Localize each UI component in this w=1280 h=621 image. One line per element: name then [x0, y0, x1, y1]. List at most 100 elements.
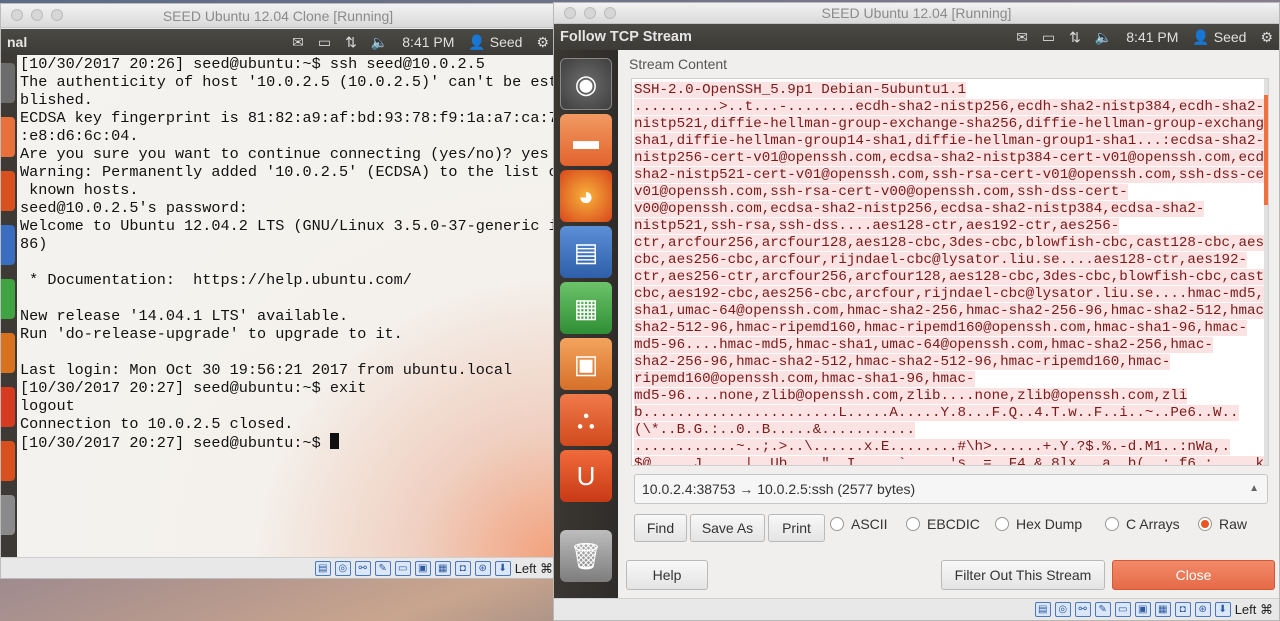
dock-tile[interactable] [1, 495, 15, 535]
dock-tile[interactable] [1, 387, 15, 427]
close-window-icon[interactable] [564, 7, 576, 19]
dock-tile[interactable] [1, 63, 15, 103]
maximize-window-icon[interactable] [604, 7, 616, 19]
mail-icon[interactable]: ✉ [292, 34, 304, 51]
terminal-line: Are you sure you want to continue connec… [20, 145, 549, 163]
files-icon[interactable]: ▬ [560, 114, 612, 166]
impress-icon[interactable]: ▣ [560, 338, 612, 390]
stream-line-text: nistp521,diffie-hellman-group-exchange-s… [634, 116, 1268, 132]
conversation-select[interactable]: 10.0.2.4:38753 → 10.0.2.5:ssh (2577 byte… [634, 474, 1268, 504]
terminal-line: * Documentation: https://help.ubuntu.com… [20, 271, 412, 289]
shared-folder-icon[interactable]: ✎ [374, 561, 391, 576]
dock-tile[interactable] [1, 171, 15, 211]
format-radio-ascii[interactable]: ASCII [830, 510, 888, 538]
network-adapter-icon[interactable]: ▣ [1134, 602, 1151, 617]
network-icon[interactable]: ⇅ [345, 34, 357, 51]
dock-tile[interactable] [1, 333, 15, 373]
firefox-icon[interactable]: ◕ [560, 170, 612, 222]
usb-icon[interactable]: ⚯ [354, 561, 371, 576]
hdd-icon[interactable]: ▤ [1034, 602, 1051, 617]
stream-line: b.......................L.....A.....Y.8.… [634, 405, 1262, 422]
mail-icon[interactable]: ✉ [1016, 29, 1028, 46]
user-menu[interactable]: 👤 Seed [1192, 29, 1246, 46]
app-title: nal [7, 34, 28, 50]
user-icon: 👤 [468, 33, 486, 50]
volume-icon[interactable]: 🔈 [1095, 29, 1112, 46]
maximize-window-icon[interactable] [51, 9, 63, 21]
stream-line: ctr,arcfour256,arcfour128,aes128-cbc,3de… [634, 235, 1268, 252]
stream-line-text: (\*..B.G.:..0..B.....&........... [634, 422, 915, 438]
cd-icon[interactable]: ◎ [334, 561, 351, 576]
software-center-icon[interactable]: ⛬ [560, 394, 612, 446]
dock-tile[interactable] [1, 441, 15, 481]
video-capture-icon[interactable]: ▦ [1154, 602, 1171, 617]
terminal-cursor [329, 433, 339, 449]
clock[interactable]: 8:41 PM [1126, 29, 1178, 45]
stream-line: ctr,aes256-ctr,arcfour256,arcfour128,aes… [634, 269, 1268, 286]
terminal-line: seed@10.0.2.5's password: [20, 199, 248, 217]
network-icon[interactable]: ⇅ [1069, 29, 1081, 46]
keyboard-capture-icon[interactable]: ⬇ [494, 561, 511, 576]
trash-icon[interactable]: 🗑 [560, 530, 612, 582]
display-icon[interactable]: ▭ [1114, 602, 1131, 617]
format-radio-raw[interactable]: Raw [1198, 510, 1247, 538]
user-name: Seed [1213, 28, 1247, 45]
close-window-icon[interactable] [11, 9, 23, 21]
cpu-icon[interactable]: ◘ [454, 561, 471, 576]
stream-text[interactable]: SSH-2.0-OpenSSH_5.9p1 Debian-5ubuntu1.1.… [634, 82, 1268, 465]
shared-folder-icon[interactable]: ✎ [1094, 602, 1111, 617]
network-adapter-icon[interactable]: ▣ [414, 561, 431, 576]
stream-line: sha2-512-96,hmac-ripemd160,hmac-ripemd16… [634, 320, 1262, 337]
battery-icon[interactable]: ▭ [1042, 29, 1055, 46]
cd-icon[interactable]: ◎ [1054, 602, 1071, 617]
mouse-integration-icon[interactable]: ⊛ [1194, 602, 1211, 617]
terminal-line: Welcome to Ubuntu 12.04.2 LTS (GNU/Linux… [20, 217, 556, 235]
print-button[interactable]: Print [768, 514, 825, 542]
find-button[interactable]: Find [634, 514, 687, 542]
ubuntu-one-icon[interactable]: U [560, 450, 612, 502]
video-capture-icon[interactable]: ▦ [434, 561, 451, 576]
user-menu[interactable]: 👤 Seed [468, 34, 522, 51]
save-as-button[interactable]: Save As [690, 514, 765, 542]
stream-line-text: b.......................L.....A.....Y.8.… [634, 405, 1239, 421]
volume-icon[interactable]: 🔈 [371, 34, 388, 51]
gear-icon[interactable]: ⚙ [1260, 29, 1273, 46]
gear-icon[interactable]: ⚙ [536, 34, 549, 51]
window-controls[interactable] [11, 9, 63, 21]
calc-icon[interactable]: ▦ [560, 282, 612, 334]
clock[interactable]: 8:41 PM [402, 34, 454, 50]
format-radio-c-arrays[interactable]: C Arrays [1105, 510, 1180, 538]
radio-label: ASCII [851, 516, 888, 532]
stream-content-area[interactable]: SSH-2.0-OpenSSH_5.9p1 Debian-5ubuntu1.1.… [631, 78, 1269, 466]
user-name: Seed [489, 33, 523, 50]
window-controls[interactable] [564, 7, 616, 19]
stream-line-text: sha1,diffie-hellman-group14-sha1,diffie-… [634, 133, 1265, 149]
format-radio-hex-dump[interactable]: Hex Dump [995, 510, 1082, 538]
help-button[interactable]: Help [626, 560, 708, 590]
keyboard-capture-icon[interactable]: ⬇ [1214, 602, 1231, 617]
hdd-icon[interactable]: ▤ [314, 561, 331, 576]
minimize-window-icon[interactable] [584, 7, 596, 19]
stream-line-text: sha1,umac-64@openssh.com,hmac-sha2-256,h… [634, 303, 1268, 319]
cpu-icon[interactable]: ◘ [1174, 602, 1191, 617]
terminal[interactable]: [10/30/2017 20:26] seed@ubuntu:~$ ssh se… [17, 55, 556, 560]
stream-scrollbar[interactable] [1264, 79, 1268, 465]
minimize-window-icon[interactable] [31, 9, 43, 21]
dock-tile[interactable] [1, 225, 15, 265]
host-key-label: Left ⌘ [1234, 601, 1273, 617]
close-button[interactable]: Close [1112, 560, 1275, 590]
display-icon[interactable]: ▭ [394, 561, 411, 576]
follow-tcp-stream-dialog: Stream Content SSH-2.0-OpenSSH_5.9p1 Deb… [618, 50, 1279, 598]
terminal-line: 86) [20, 235, 48, 253]
dock-tile[interactable] [1, 279, 15, 319]
ubuntu-dash-icon[interactable]: ◉ [560, 58, 612, 110]
usb-icon[interactable]: ⚯ [1074, 602, 1091, 617]
battery-icon[interactable]: ▭ [318, 34, 331, 51]
dock-tile[interactable] [1, 117, 15, 157]
format-radio-ebcdic[interactable]: EBCDIC [906, 510, 980, 538]
stream-line: $@.....J.....|..Ub...."..I.....`.....'s.… [634, 456, 1268, 465]
filter-out-stream-button[interactable]: Filter Out This Stream [941, 560, 1105, 590]
mouse-integration-icon[interactable]: ⊛ [474, 561, 491, 576]
writer-icon[interactable]: ▤ [560, 226, 612, 278]
scrollbar-thumb[interactable] [1264, 95, 1268, 205]
